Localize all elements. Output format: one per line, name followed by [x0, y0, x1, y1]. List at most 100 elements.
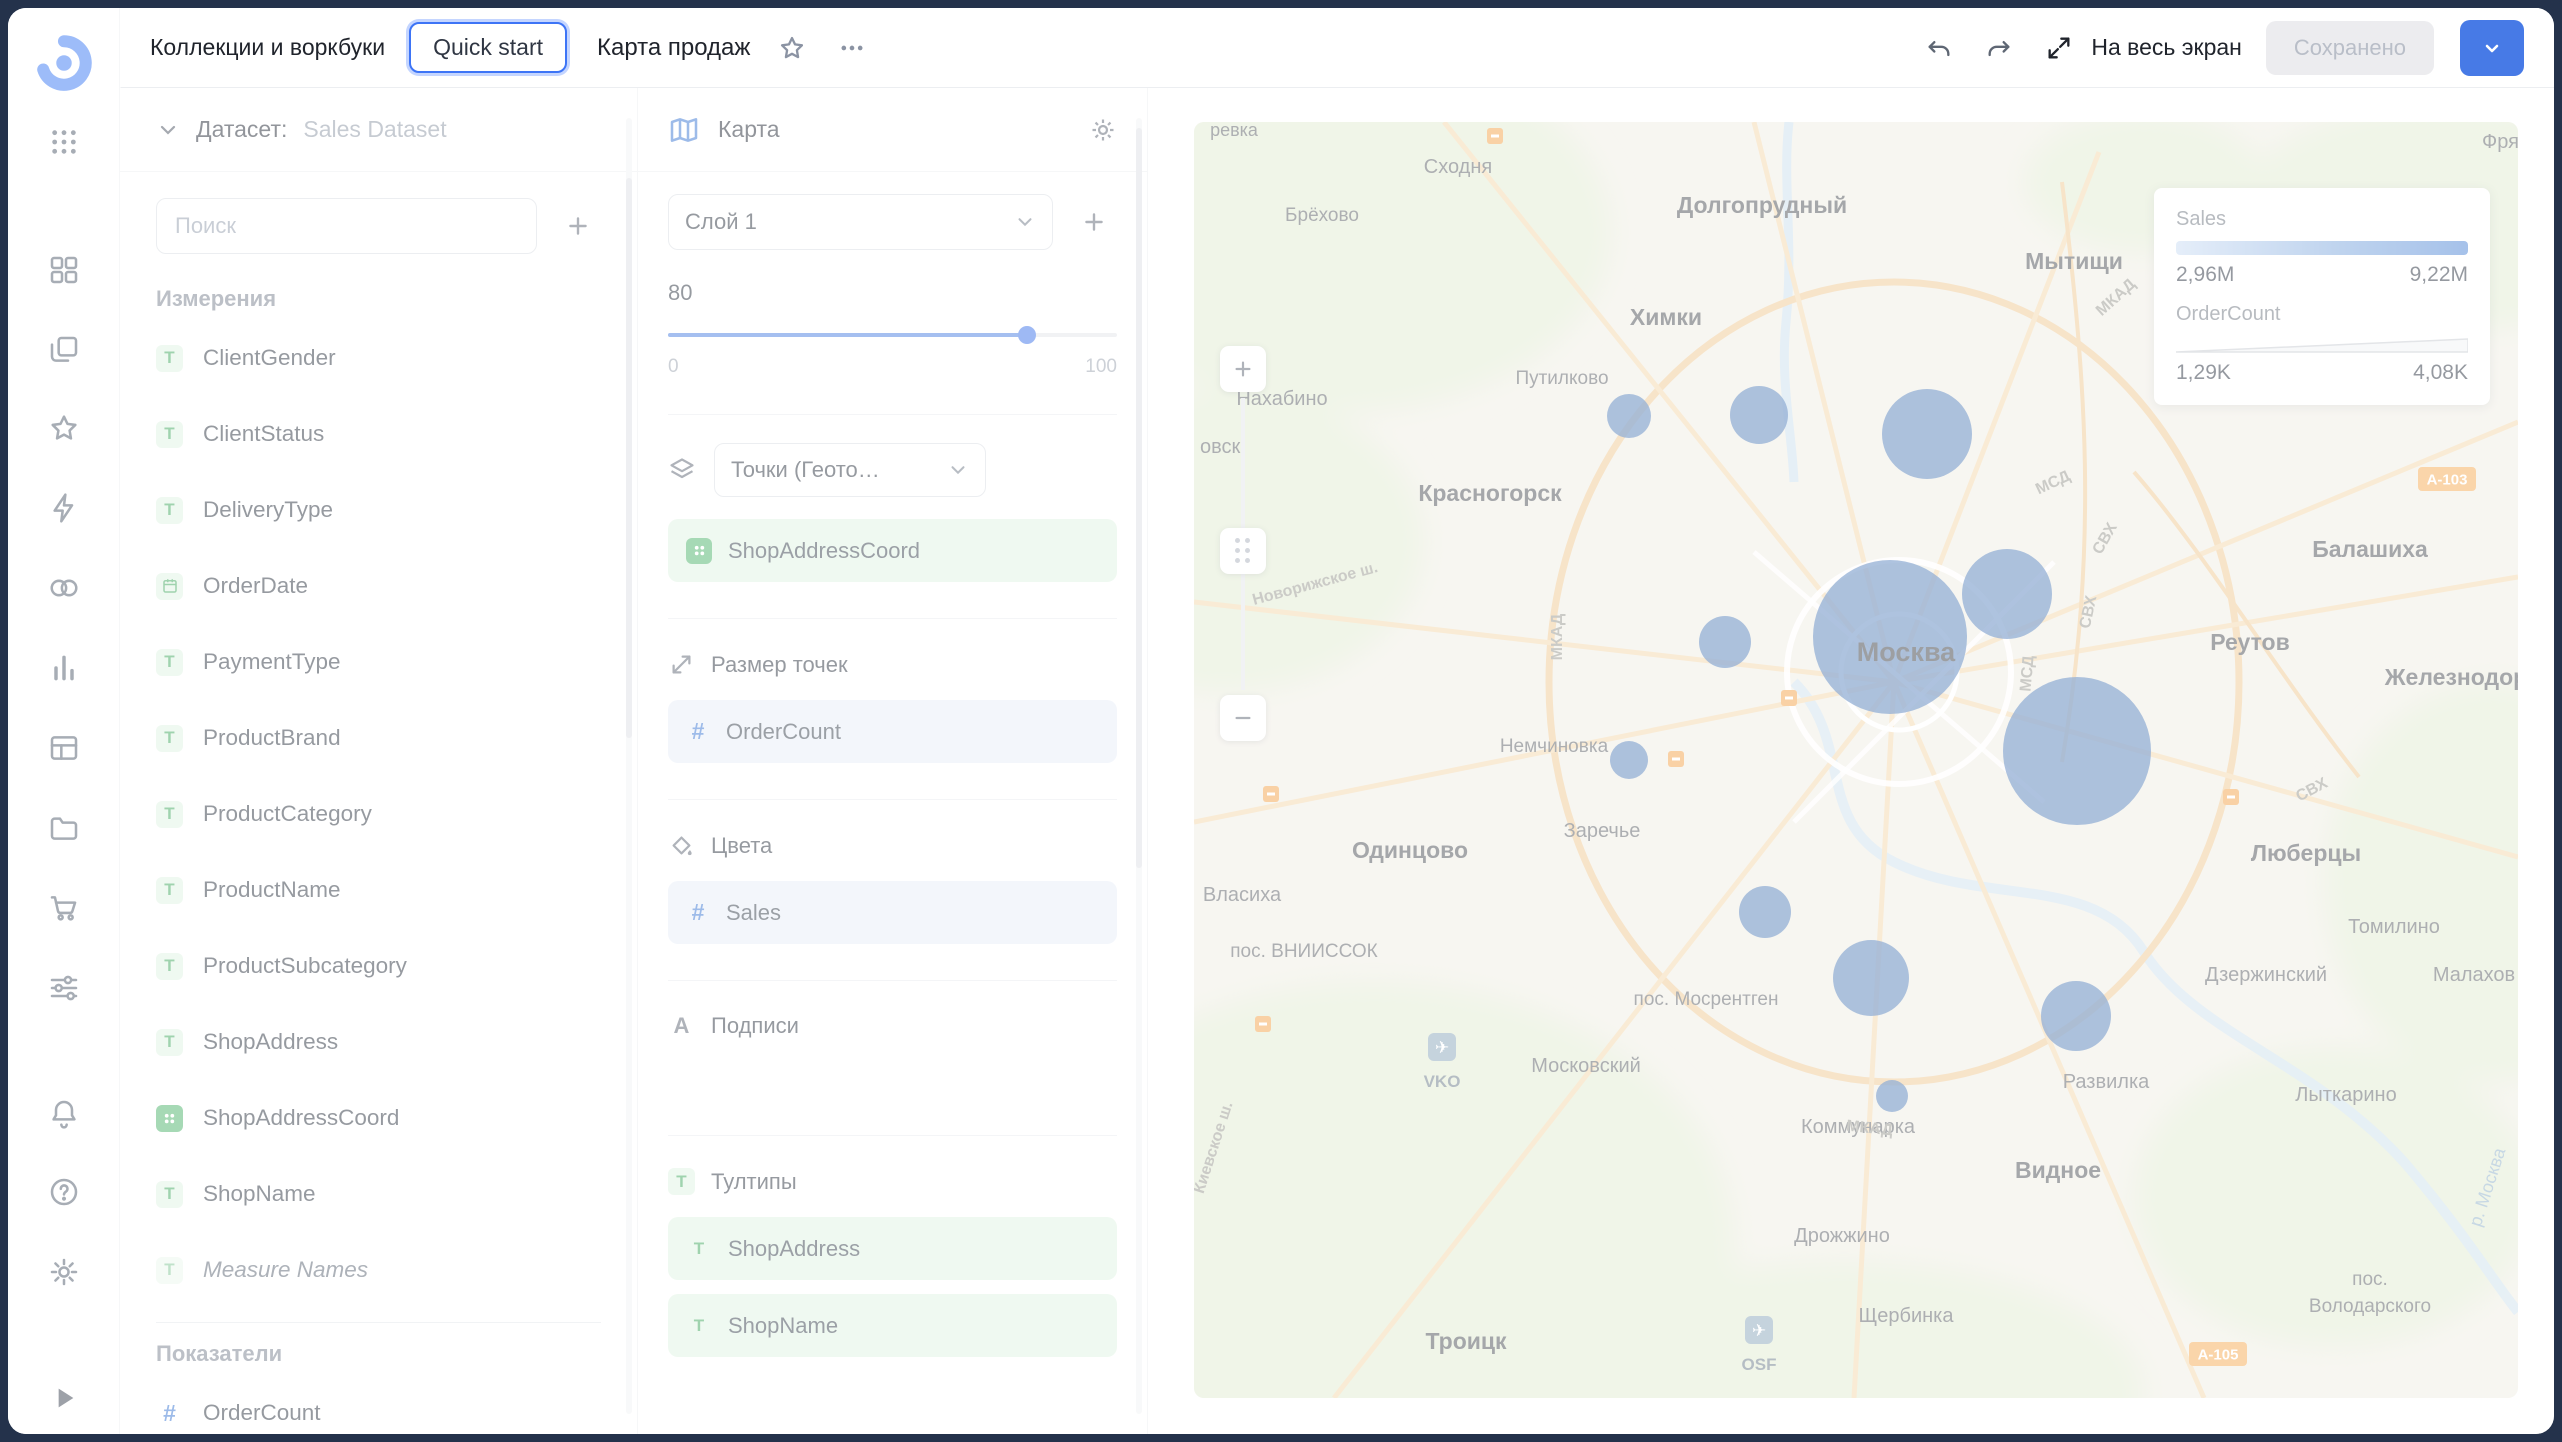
- settings-gear-icon[interactable]: [46, 1254, 82, 1290]
- save-dropdown-button[interactable]: [2460, 20, 2524, 76]
- dataset-field[interactable]: TProductSubcategory: [120, 928, 637, 1004]
- dataset-field[interactable]: TMeasure Names: [120, 1232, 637, 1308]
- map-place-label: Томилино: [2348, 916, 2440, 938]
- field-label: ClientStatus: [203, 421, 324, 447]
- field-label: ProductSubcategory: [203, 953, 407, 979]
- sidebar-item-marketplace[interactable]: [46, 890, 82, 926]
- map-place-label: МСД: [2033, 467, 2073, 498]
- zoom-in-button[interactable]: [1220, 346, 1266, 392]
- apps-grid-icon[interactable]: [46, 124, 82, 160]
- fullscreen-button[interactable]: На весь экран: [2041, 30, 2242, 66]
- dataset-field[interactable]: ShopAddressCoord: [120, 1080, 637, 1156]
- colors-field-chip[interactable]: # Sales: [668, 881, 1117, 944]
- map-place-label: Власиха: [1203, 884, 1282, 906]
- map-place-label: пос. ВНИИССОК: [1230, 941, 1378, 962]
- divider: [668, 799, 1117, 800]
- dataset-selector[interactable]: Датасет: Sales Dataset: [120, 88, 637, 172]
- fullscreen-icon: [2041, 30, 2077, 66]
- dataset-field[interactable]: TShopAddress: [120, 1004, 637, 1080]
- chart-config-panel: Карта Слой 1 80 0 100: [638, 88, 1148, 1434]
- dataset-field[interactable]: TProductName: [120, 852, 637, 928]
- sidebar-item-charts[interactable]: [46, 650, 82, 686]
- sidebar-item-datasets[interactable]: [46, 730, 82, 766]
- sidebar-item-dashboards[interactable]: [46, 252, 82, 288]
- point-size-field-chip[interactable]: # OrderCount: [668, 700, 1117, 763]
- field-label: ProductCategory: [203, 801, 372, 827]
- redo-icon[interactable]: [1981, 30, 2017, 66]
- map-place-label: СВХ: [2089, 520, 2120, 558]
- map-place-label: Москва: [1857, 637, 1956, 667]
- quick-start-button[interactable]: Quick start: [409, 22, 567, 73]
- map-chart-icon: [668, 114, 700, 146]
- labels-drop-area[interactable]: [668, 1039, 1117, 1135]
- text-field-icon: T: [686, 1313, 712, 1339]
- favorite-star-icon[interactable]: [774, 30, 810, 66]
- breadcrumb[interactable]: Коллекции и воркбуки: [150, 34, 385, 61]
- zoom-out-button[interactable]: [1220, 695, 1266, 741]
- field-label: ClientGender: [203, 345, 336, 371]
- map-place-label: Московский: [1531, 1055, 1641, 1077]
- dataset-field[interactable]: TProductBrand: [120, 700, 637, 776]
- svg-text:А-105: А-105: [2198, 1347, 2239, 1364]
- dataset-field[interactable]: TPaymentType: [120, 624, 637, 700]
- map-place-label: Троицк: [1425, 1328, 1507, 1354]
- dataset-field[interactable]: T ProductCategory: [120, 776, 637, 852]
- notifications-bell-icon[interactable]: [46, 1096, 82, 1132]
- chip-label: OrderCount: [726, 719, 841, 745]
- tooltip-field-chip[interactable]: T ShopAddress: [668, 1217, 1117, 1280]
- saved-button[interactable]: Сохранено: [2266, 21, 2434, 75]
- slider-handle[interactable]: [1018, 326, 1036, 344]
- svg-text:✈: ✈: [1752, 1321, 1766, 1340]
- scrollbar-thumb[interactable]: [626, 178, 632, 738]
- geotype-select-value: Точки (Геото…: [731, 457, 947, 483]
- map-bubble: [1882, 389, 1972, 479]
- legend-sales-label: Sales: [2176, 208, 2468, 231]
- search-input[interactable]: [156, 198, 537, 254]
- divider: [668, 1135, 1117, 1136]
- expand-panel-icon[interactable]: [46, 1380, 82, 1416]
- undo-icon[interactable]: [1921, 30, 1957, 66]
- geopoints-field-chip[interactable]: ShopAddressCoord: [668, 519, 1117, 582]
- zoom-drag-handle[interactable]: [1220, 528, 1266, 574]
- map-place-label: МСД: [2017, 654, 2037, 692]
- dataset-field[interactable]: TClientStatus: [120, 396, 637, 472]
- chart-settings-gear-icon[interactable]: [1089, 116, 1117, 144]
- map-legend: Sales 2,96M 9,22M OrderCount 1,29K 4,08K: [2154, 188, 2490, 405]
- sidebar-item-favorites[interactable]: [46, 410, 82, 446]
- dataset-field[interactable]: OrderDate: [120, 548, 637, 624]
- legend-count-max: 4,08K: [2413, 361, 2468, 385]
- sidebar-item-quick-actions[interactable]: [46, 490, 82, 526]
- map-place-label: Брёхово: [1285, 205, 1359, 226]
- layer-select[interactable]: Слой 1: [668, 194, 1053, 250]
- add-layer-button[interactable]: [1071, 199, 1117, 245]
- more-menu-icon[interactable]: [834, 30, 870, 66]
- field-label: ShopAddressCoord: [203, 1105, 399, 1131]
- help-icon[interactable]: [46, 1174, 82, 1210]
- text-field-icon: T: [156, 801, 183, 828]
- dataset-field[interactable]: TShopName: [120, 1156, 637, 1232]
- divider: [668, 414, 1117, 415]
- tooltip-field-chip[interactable]: T ShopName: [668, 1294, 1117, 1357]
- map-place-label: Красногорск: [1418, 480, 1562, 506]
- chip-label: ShopAddressCoord: [728, 538, 920, 564]
- dataset-field[interactable]: # OrderCount: [120, 1375, 637, 1434]
- grip-icon: [1235, 538, 1251, 564]
- svg-text:✈: ✈: [1435, 1038, 1449, 1057]
- geotype-select[interactable]: Точки (Геото…: [714, 443, 986, 497]
- airport-code-label: VKO: [1424, 1072, 1461, 1091]
- sidebar-item-monitoring[interactable]: [46, 570, 82, 606]
- dataset-field[interactable]: TClientGender: [120, 320, 637, 396]
- opacity-slider[interactable]: [668, 326, 1117, 344]
- text-field-icon: T: [156, 877, 183, 904]
- sidebar-item-storage[interactable]: [46, 810, 82, 846]
- dataset-field[interactable]: TDeliveryType: [120, 472, 637, 548]
- scrollbar-thumb[interactable]: [1136, 128, 1142, 868]
- left-nav-rail: [8, 8, 120, 1434]
- add-field-button[interactable]: [555, 203, 601, 249]
- map-place-label: МКАД: [2093, 275, 2139, 319]
- datalens-logo-icon[interactable]: [35, 34, 93, 92]
- sidebar-item-collections[interactable]: [46, 332, 82, 368]
- map-view[interactable]: М-8А-103А-105 ✈VKO✈OSF ревкаСходняФряБрё…: [1194, 122, 2518, 1398]
- sidebar-item-settings-sliders[interactable]: [46, 970, 82, 1006]
- map-place-label: Балашиха: [2312, 536, 2428, 562]
